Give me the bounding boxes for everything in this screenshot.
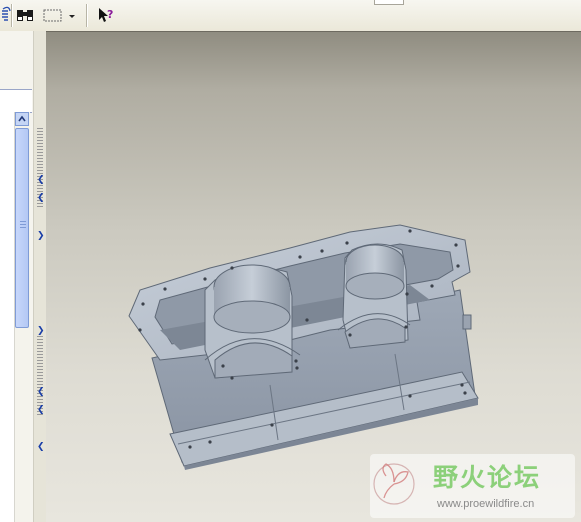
- context-help-icon[interactable]: ?: [96, 5, 116, 25]
- collapse-arrow-icon[interactable]: ❮: [37, 388, 45, 397]
- selection-box-icon[interactable]: [42, 5, 62, 25]
- butterfly-logo-icon: [373, 463, 415, 505]
- dropdown-arrow-icon[interactable]: [68, 6, 76, 24]
- main-toolbar: ?: [0, 0, 581, 32]
- gearbox-housing-model[interactable]: [46, 31, 581, 522]
- watermark-title: 野火论坛: [433, 463, 542, 492]
- vertical-scrollbar[interactable]: [14, 112, 30, 522]
- model-tree-area[interactable]: [0, 112, 15, 522]
- scroll-up-button[interactable]: [15, 112, 29, 126]
- watermark-url: www.proewildfire.cn: [437, 498, 535, 510]
- graphics-viewport[interactable]: [46, 31, 581, 522]
- toolbar-separator: [11, 4, 13, 27]
- binoculars-icon[interactable]: [15, 5, 35, 25]
- toolbar-separator: [86, 4, 88, 27]
- collapse-arrow-icon[interactable]: ❮: [37, 176, 45, 185]
- expand-arrow-icon[interactable]: ❯: [37, 232, 45, 241]
- viewport-border: [46, 31, 581, 32]
- panel-splitter[interactable]: ❮ ❮ ❯ ❯ ❮ ❮ ❮: [33, 31, 47, 522]
- scroll-thumb[interactable]: [15, 128, 29, 328]
- toolbar-input-edge[interactable]: [374, 0, 404, 5]
- svg-text:?: ?: [107, 8, 113, 21]
- collapse-arrow-icon[interactable]: ❮: [37, 443, 45, 452]
- collapse-arrow-icon[interactable]: ❮: [37, 406, 45, 415]
- expand-arrow-icon[interactable]: ❯: [37, 327, 45, 336]
- navigator-tab[interactable]: [0, 89, 32, 113]
- collapse-arrow-icon[interactable]: ❮: [37, 194, 45, 203]
